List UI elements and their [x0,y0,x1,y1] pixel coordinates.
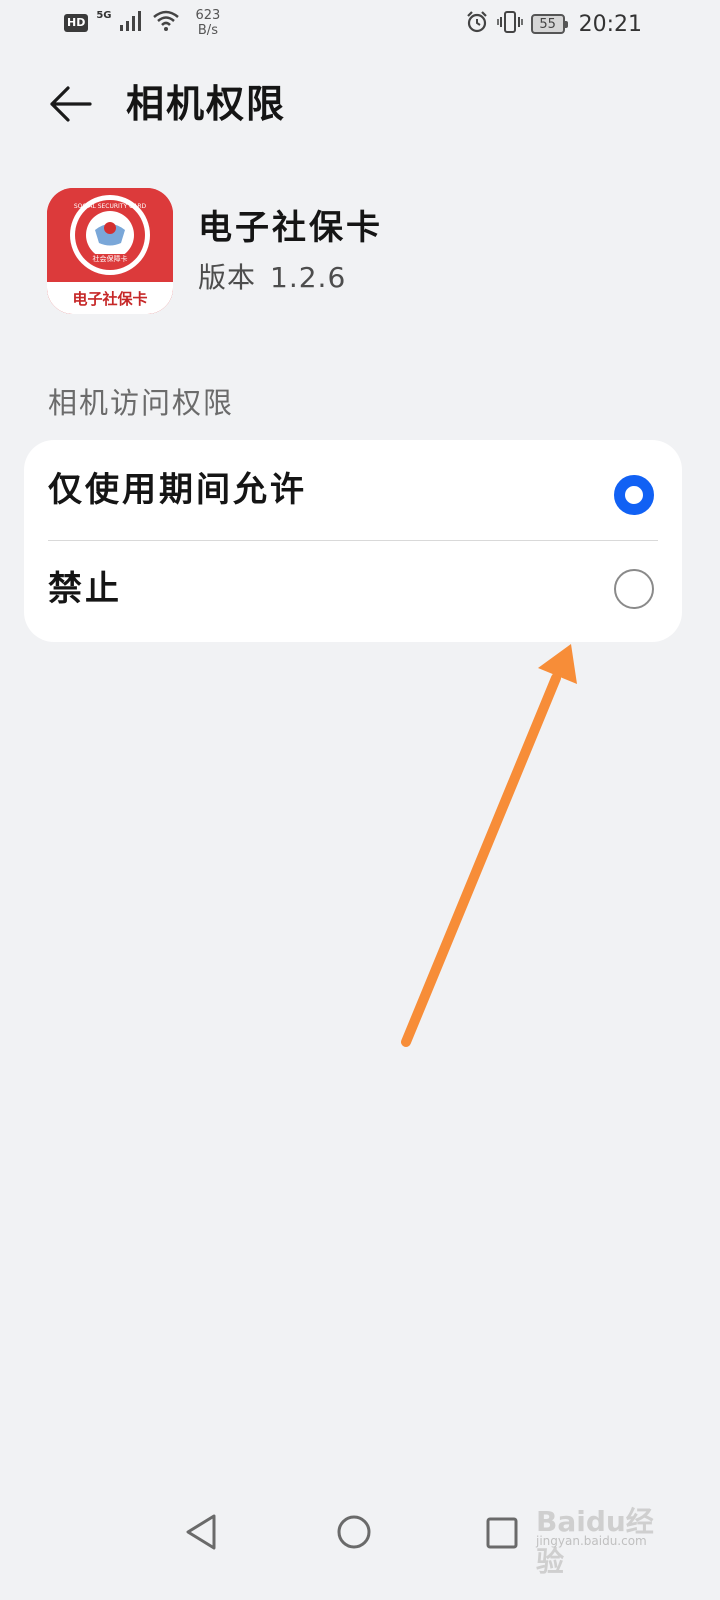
option-deny[interactable]: 禁止 [24,541,682,641]
app-icon-caption: 电子社保卡 [72,290,147,308]
battery-level: 55 [539,16,556,32]
radio-selected[interactable] [614,475,654,515]
battery-icon: 55 [530,14,568,34]
app-icon-banner-text: 社会保障卡 [93,254,128,263]
vibrate-icon [496,10,523,38]
app-name: 电子社保卡 [198,208,383,248]
status-right: 55 20:21 [465,10,642,38]
alarm-icon [465,10,489,38]
header: 相机权限 [0,76,720,132]
square-recent-icon [486,1517,518,1549]
signal-icon [119,10,144,36]
speed-unit: B/s [197,23,218,38]
app-version: 版本 1.2.6 [198,258,346,298]
section-label: 相机访问权限 [48,386,235,420]
page-title: 相机权限 [126,81,287,126]
option-allow-while-using[interactable]: 仅使用期间允许 [24,440,682,540]
nav-home-button[interactable] [330,1508,378,1556]
app-icon: 电子社保卡 SOCIAL SECURITY CARD 社会保障卡 [47,188,173,314]
watermark: Baidu经验 jingyan.baidu.com [536,1500,676,1578]
radio-unselected[interactable] [614,569,654,609]
speed-value: 623 [195,8,221,23]
network-speed: 623 B/s [196,8,221,38]
watermark-url: jingyan.baidu.com [536,1534,647,1548]
nav-recent-button[interactable] [478,1508,526,1556]
triangle-back-icon [186,1514,216,1550]
circle-home-icon [337,1515,371,1549]
hd-badge: HD [64,14,89,32]
app-icon-ring-text: SOCIAL SECURITY CARD [74,203,147,210]
wifi-icon [152,10,180,36]
back-button[interactable] [46,82,94,126]
permission-options-card: 仅使用期间允许 禁止 [24,440,682,642]
back-arrow-icon [50,86,92,122]
clock: 20:21 [578,11,642,37]
nav-back-button[interactable] [178,1508,226,1556]
option-label: 仅使用期间允许 [48,470,307,510]
network-type: 5G [96,9,112,21]
status-left: HD 5G 623 B/s [64,8,220,38]
version-label: 版本 [198,261,257,294]
option-label: 禁止 [48,569,122,609]
status-bar: HD 5G 623 B/s 55 20:21 [0,0,720,48]
version-number: 1.2.6 [270,261,347,294]
